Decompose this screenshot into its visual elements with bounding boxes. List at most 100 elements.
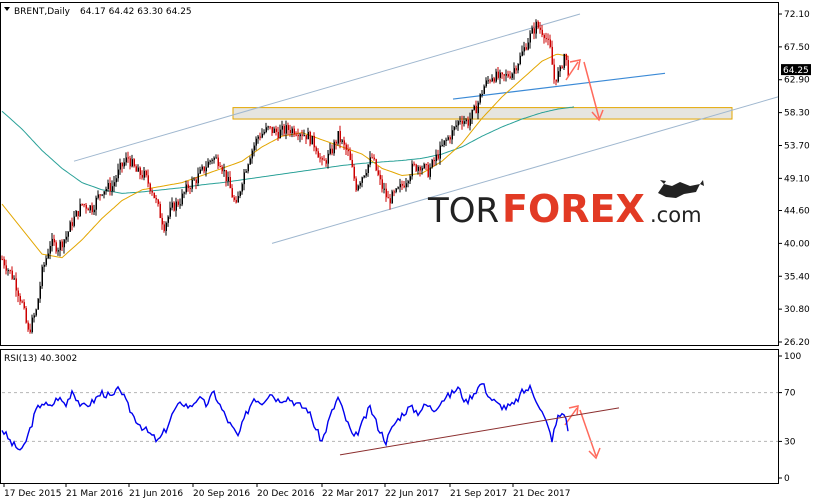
candle-body: [147, 175, 149, 184]
candle-body: [25, 308, 27, 323]
candle-body: [9, 270, 11, 272]
candle-body: [479, 93, 481, 103]
candle-body: [537, 21, 539, 28]
candle-body: [287, 125, 289, 131]
candle-body: [157, 199, 159, 204]
candle-body: [431, 159, 433, 168]
candle-body: [119, 162, 121, 170]
candle-body: [297, 134, 299, 137]
candle-body: [381, 179, 383, 189]
candle-body: [547, 38, 549, 40]
candle-body: [211, 159, 213, 161]
candle-body: [13, 278, 15, 280]
candle-body: [105, 189, 107, 192]
candle-body: [401, 184, 403, 186]
candle-body: [553, 64, 555, 80]
candle-body: [559, 66, 561, 72]
candle-body: [47, 253, 49, 259]
logo-forex: FOREX: [502, 187, 645, 231]
candle-body: [335, 141, 337, 144]
candle-body: [73, 216, 75, 226]
candle-body: [247, 164, 249, 172]
candle-body: [427, 164, 429, 177]
candle-body: [351, 159, 353, 167]
candle-body: [555, 79, 557, 82]
candle-body: [305, 135, 307, 140]
candle-body: [249, 158, 251, 165]
candle-body: [453, 126, 455, 131]
candle-body: [111, 186, 113, 192]
candle-body: [533, 28, 535, 34]
candle-body: [561, 66, 563, 68]
candle-body: [331, 148, 333, 154]
candle-body: [179, 204, 181, 206]
candle-body: [39, 286, 41, 299]
time-tick-label: 17 Dec 2015: [4, 489, 62, 499]
price-tick-label: 44.60: [784, 207, 810, 217]
candle-body: [251, 150, 253, 159]
price-tick-label: 49.10: [784, 174, 810, 184]
candle-body: [225, 169, 227, 182]
candle-body: [79, 203, 81, 217]
candle-body: [397, 187, 399, 189]
candle-body: [323, 159, 325, 161]
candle-body: [149, 183, 151, 191]
candle-body: [151, 190, 153, 193]
chart: BRENT,Daily 64.17 64.42 63.30 64.25 RSI(…: [0, 2, 811, 499]
candle-body: [531, 28, 533, 34]
candle-body: [367, 164, 369, 173]
candle-body: [155, 197, 157, 200]
candle-body: [43, 264, 45, 267]
candle-body: [133, 159, 135, 167]
candle-body: [419, 166, 421, 171]
candle-body: [421, 168, 423, 171]
candle-body: [457, 121, 459, 126]
candle-body: [165, 222, 167, 231]
candle-body: [407, 181, 409, 184]
price-tick-label: 30.80: [784, 305, 810, 315]
candle-body: [217, 157, 219, 167]
candle-body: [127, 157, 129, 159]
candle-body: [197, 173, 199, 184]
candle-body: [361, 177, 363, 183]
candle-body: [115, 178, 117, 183]
candle-body: [543, 34, 545, 39]
time-axis: 17 Dec 2015 21 Mar 2016 21 Jun 2016 20 Sep …: [3, 483, 571, 499]
rsi-tick-label: 30: [784, 437, 796, 447]
candle-body: [53, 238, 55, 243]
candle-body: [439, 145, 441, 159]
candle-body: [3, 259, 5, 266]
candle-body: [227, 176, 229, 182]
candle-body: [143, 170, 145, 178]
candle-body: [445, 139, 447, 141]
candle-body: [125, 157, 127, 163]
candle-body: [95, 197, 97, 210]
candle-body: [551, 46, 553, 65]
candle-body: [557, 71, 559, 82]
candle-body: [491, 78, 493, 82]
candle-body: [389, 198, 391, 204]
candle-body: [465, 119, 467, 122]
candle-body: [201, 166, 203, 170]
candle-body: [501, 72, 503, 75]
candle-body: [293, 128, 295, 135]
candle-body: [469, 118, 471, 126]
candle-body: [363, 175, 365, 178]
candle-body: [205, 167, 207, 172]
candle-body: [267, 126, 269, 128]
candle-body: [319, 157, 321, 159]
ohlc-text: 64.17 64.42 63.30 64.25: [80, 7, 192, 17]
candle-body: [383, 188, 385, 190]
candle-body: [511, 73, 513, 78]
time-tick-label: 21 Mar 2016: [66, 489, 123, 499]
candle-body: [505, 74, 507, 76]
candle-body: [1, 259, 3, 261]
last-price-text: 64.25: [783, 66, 809, 76]
candle-body: [145, 170, 147, 176]
candle-body: [441, 144, 443, 146]
candle-body: [489, 80, 491, 82]
candle-body: [207, 161, 209, 168]
candle-body: [23, 302, 25, 309]
candle-body: [517, 64, 519, 71]
time-tick-label: 22 Jun 2017: [385, 489, 439, 499]
